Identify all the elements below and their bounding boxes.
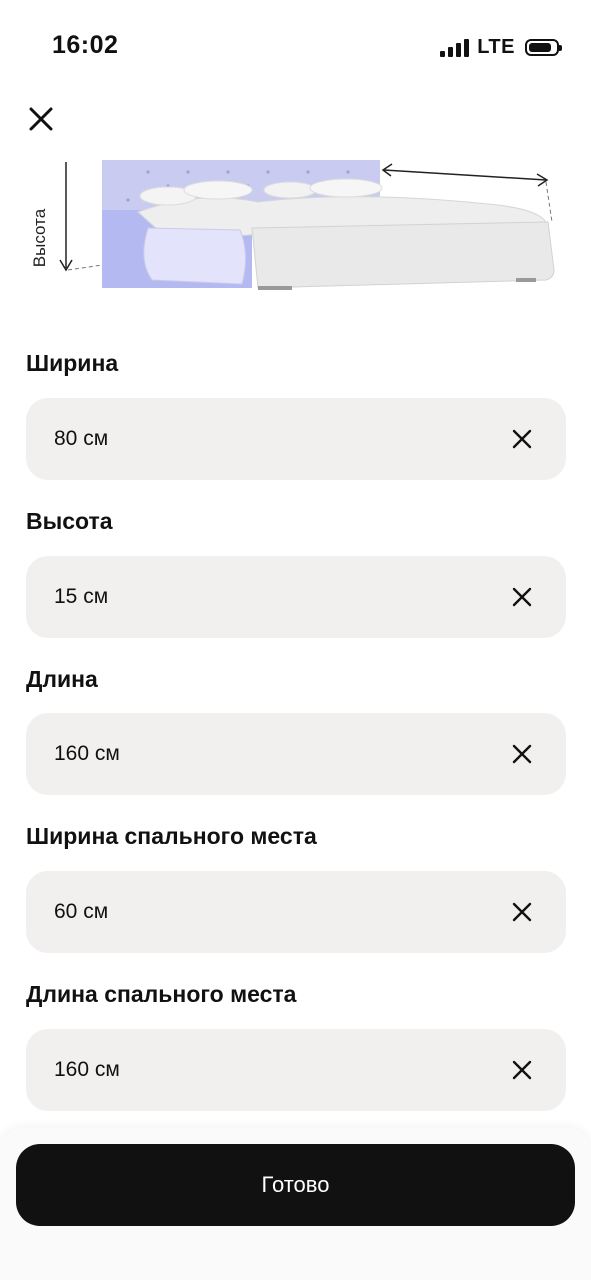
length-clear-button[interactable] bbox=[492, 724, 552, 784]
height-clear-button[interactable] bbox=[492, 567, 552, 627]
close-button[interactable] bbox=[24, 102, 58, 136]
height-field[interactable]: 15 см bbox=[26, 556, 566, 638]
close-icon bbox=[29, 107, 53, 131]
sleeping-length-label: Длина спального места bbox=[26, 981, 297, 1007]
length-label: Длина bbox=[26, 666, 98, 692]
width-value[interactable]: 80 см bbox=[54, 427, 492, 451]
width-clear-button[interactable] bbox=[492, 409, 552, 469]
bed-dimensions-illustration: Высота bbox=[28, 150, 568, 300]
sleeping-width-value[interactable]: 60 см bbox=[54, 900, 492, 924]
sleeping-length-value[interactable]: 160 см bbox=[54, 1058, 492, 1082]
width-label: Ширина bbox=[26, 350, 119, 376]
carrier-label: LTE bbox=[477, 36, 515, 58]
clear-icon bbox=[512, 1060, 532, 1080]
sleeping-width-clear-button[interactable] bbox=[492, 882, 552, 942]
sleeping-width-field[interactable]: 60 см bbox=[26, 871, 566, 953]
clear-icon bbox=[512, 587, 532, 607]
height-value[interactable]: 15 см bbox=[54, 585, 492, 609]
battery-icon bbox=[525, 39, 562, 56]
sleeping-length-field[interactable]: 160 см bbox=[26, 1029, 566, 1111]
clear-icon bbox=[512, 902, 532, 922]
height-axis-label: Высота bbox=[30, 208, 49, 268]
bed-image bbox=[59, 160, 555, 290]
status-bar: 16:02 LTE bbox=[0, 0, 591, 95]
height-label: Высота bbox=[26, 508, 113, 534]
clear-icon bbox=[512, 429, 532, 449]
status-time: 16:02 bbox=[52, 31, 119, 59]
sleeping-length-clear-button[interactable] bbox=[492, 1040, 552, 1100]
sleeping-width-label: Ширина спального места bbox=[26, 823, 317, 849]
clear-icon bbox=[512, 744, 532, 764]
length-value[interactable]: 160 см bbox=[54, 742, 492, 766]
signal-icon bbox=[440, 38, 470, 57]
length-field[interactable]: 160 см bbox=[26, 713, 566, 795]
done-button[interactable]: Готово bbox=[16, 1144, 575, 1226]
status-indicators: LTE bbox=[440, 36, 562, 59]
width-field[interactable]: 80 см bbox=[26, 398, 566, 480]
